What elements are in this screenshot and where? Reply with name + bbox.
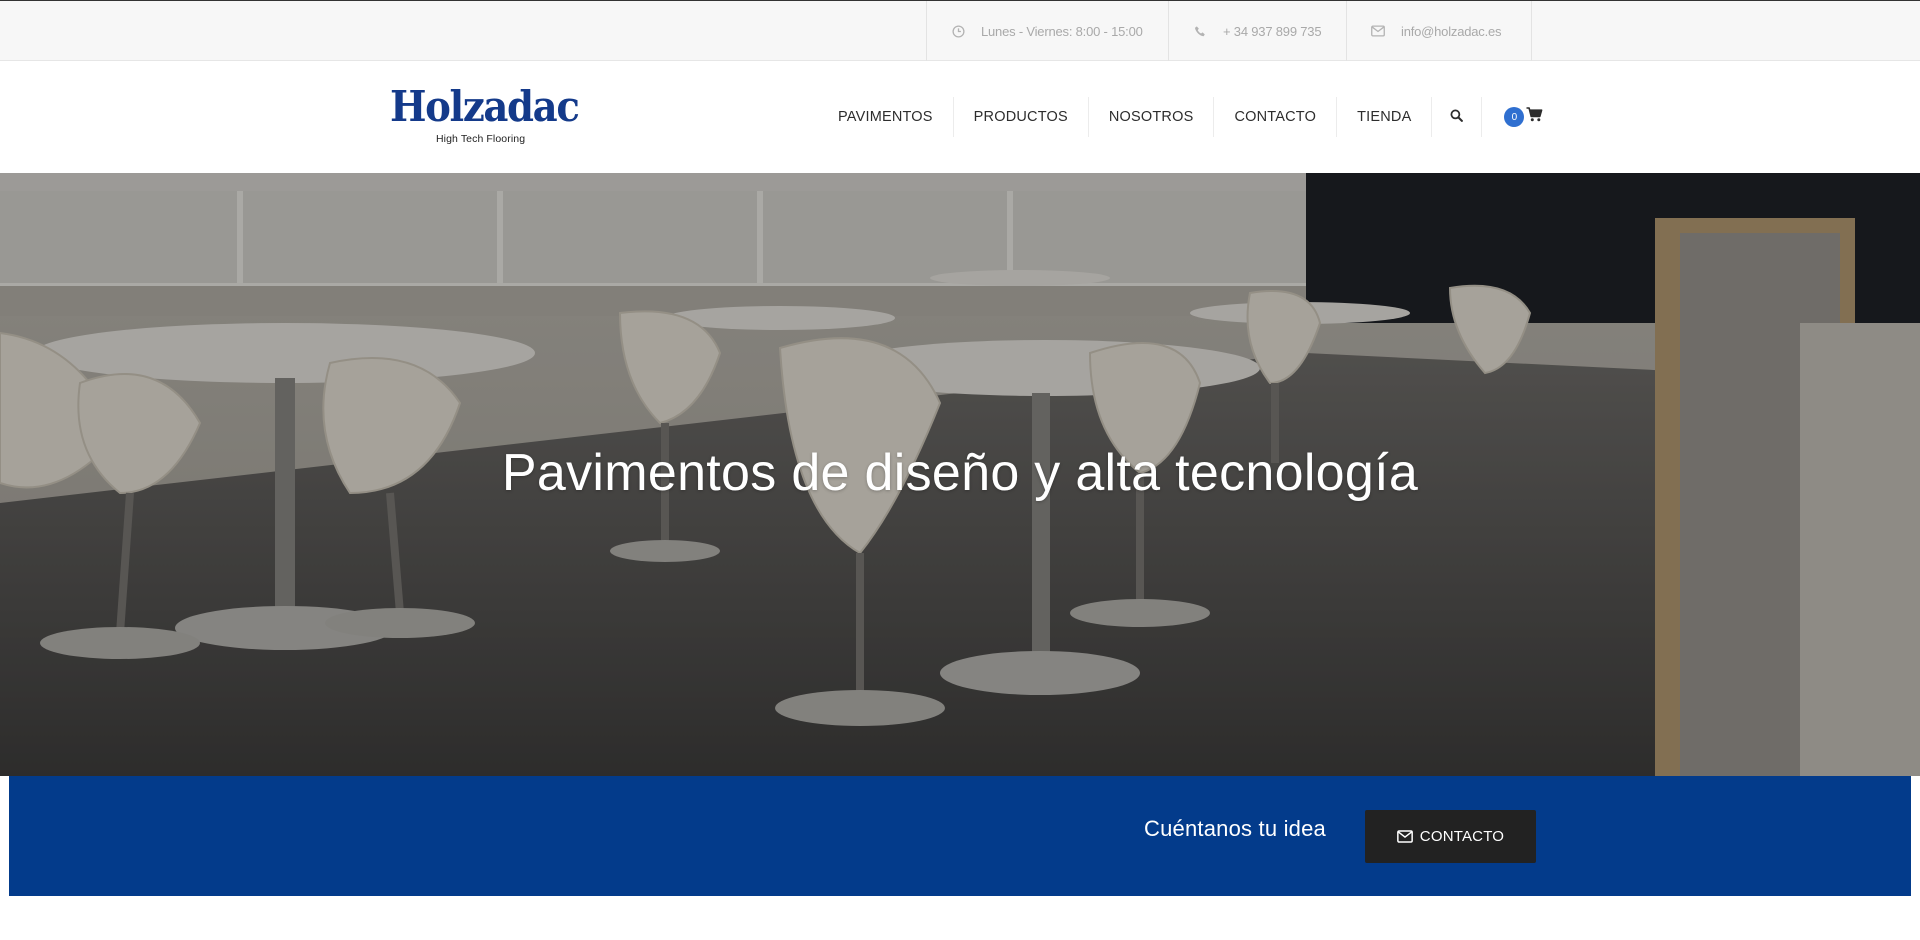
site-logo[interactable]: Holzadac High Tech Flooring: [390, 83, 580, 153]
cta-text: Cuéntanos tu idea: [1144, 816, 1326, 841]
nav-item-nosotros[interactable]: NOSOTROS: [1089, 97, 1215, 137]
contact-button[interactable]: CONTACTO: [1365, 810, 1536, 863]
site-header: Holzadac High Tech Flooring PAVIMENTOS P…: [0, 61, 1920, 173]
cta-banner: Cuéntanos tu idea CONTACTO: [9, 776, 1911, 896]
logo-wordmark: Holzadac: [390, 82, 580, 131]
cart-count-badge: 0: [1504, 107, 1525, 127]
cart-button[interactable]: 0: [1482, 97, 1543, 137]
envelope-icon: [1396, 830, 1413, 843]
contact-info: Lunes - Viernes: 8:00 - 15:00 + 34 937 8…: [926, 1, 1532, 61]
top-info-bar: Lunes - Viernes: 8:00 - 15:00 + 34 937 8…: [0, 0, 1920, 61]
nav-item-productos[interactable]: PRODUCTOS: [954, 97, 1089, 137]
hero-title: Pavimentos de diseño y alta tecnología: [501, 444, 1419, 502]
business-hours: Lunes - Viernes: 8:00 - 15:00: [927, 1, 1169, 61]
shopping-cart-icon: [1526, 107, 1543, 127]
search-button[interactable]: [1432, 97, 1483, 137]
contact-button-label: CONTACTO: [1419, 828, 1505, 845]
email-text: info@holzadac.es: [1401, 23, 1502, 39]
hero-banner: Pavimentos de diseño y alta tecnología: [0, 173, 1920, 776]
nav-item-contacto[interactable]: CONTACTO: [1214, 97, 1338, 137]
phone-icon: [1193, 24, 1207, 38]
nav-item-pavimentos[interactable]: PAVIMENTOS: [818, 97, 954, 137]
nav-item-tienda[interactable]: TIENDA: [1337, 97, 1433, 137]
clock-icon: [951, 24, 965, 38]
logo-tagline: High Tech Flooring: [436, 133, 526, 145]
envelope-icon: [1371, 24, 1385, 38]
phone-text: + 34 937 899 735: [1223, 23, 1322, 39]
email-link[interactable]: info@holzadac.es: [1347, 1, 1532, 61]
main-nav: PAVIMENTOS PRODUCTOS NOSOTROS CONTACTO T…: [818, 97, 1543, 137]
phone-number[interactable]: + 34 937 899 735: [1169, 1, 1347, 61]
hours-text: Lunes - Viernes: 8:00 - 15:00: [981, 23, 1143, 39]
search-icon: [1450, 109, 1464, 126]
